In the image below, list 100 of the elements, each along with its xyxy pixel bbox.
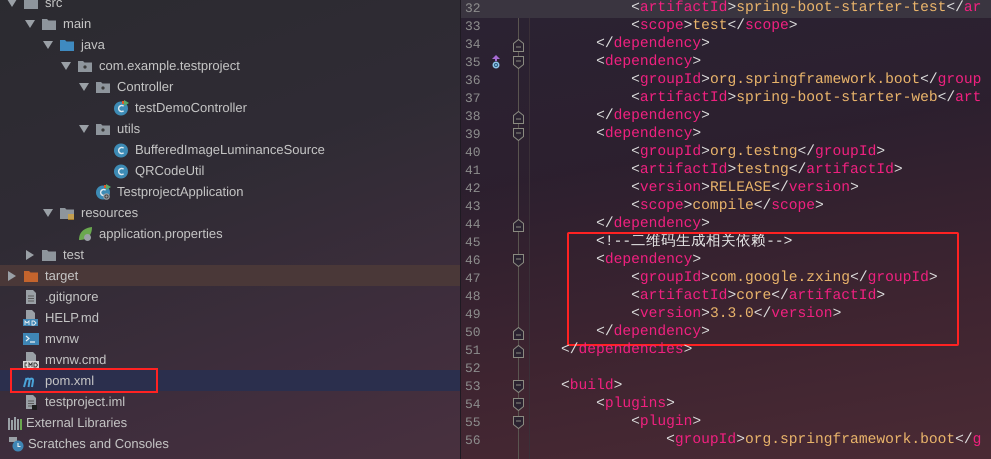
code-line: </dependency>: [595, 323, 711, 342]
fold-icon[interactable]: [513, 111, 524, 124]
class-icon: [113, 162, 129, 178]
tree-item-label[interactable]: HELP.md: [45, 307, 460, 328]
expanded-arrow-icon[interactable]: [61, 60, 71, 70]
file-icon: [23, 394, 39, 410]
line-number: 44: [464, 216, 482, 234]
fold-icon[interactable]: [513, 380, 524, 393]
fold-icon[interactable]: [513, 416, 524, 429]
code-comment: <!--二维码生成相关依赖-->: [595, 233, 794, 252]
code-line: </dependency>: [595, 35, 711, 54]
class-icon: [113, 100, 129, 116]
folder-icon: [41, 16, 57, 30]
class-icon: [113, 142, 129, 158]
tree-item-label[interactable]: External Libraries: [26, 412, 460, 433]
line-number: 39: [464, 126, 482, 144]
code-line: <artifactId>core</artifactId>: [630, 287, 886, 306]
tree-item-label[interactable]: application.properties: [99, 223, 460, 244]
fold-icon[interactable]: [513, 254, 524, 267]
line-number: 32: [464, 0, 482, 18]
code-line: <version>3.3.0</version>: [630, 305, 842, 324]
line-number: 52: [464, 360, 482, 378]
expanded-arrow-icon[interactable]: [43, 40, 53, 50]
line-number: 35: [464, 54, 482, 72]
scratches-icon: [8, 436, 24, 452]
tree-item-label[interactable]: utils: [117, 118, 460, 139]
expanded-arrow-icon[interactable]: [43, 208, 53, 218]
tree-item-label[interactable]: TestprojectApplication: [117, 181, 460, 202]
line-number: 33: [464, 18, 482, 36]
folder-icon: [77, 58, 93, 72]
expanded-arrow-icon[interactable]: [25, 18, 35, 28]
tree-item-label[interactable]: testproject.iml: [45, 391, 460, 412]
line-number: 55: [464, 414, 482, 432]
tree-item-label[interactable]: Scratches and Consoles: [28, 433, 460, 454]
tree-item-label[interactable]: BufferedImageLuminanceSource: [135, 139, 460, 160]
libraries-icon: [8, 416, 22, 430]
line-number: 41: [464, 162, 482, 180]
tree-item-label[interactable]: Controller: [117, 76, 460, 97]
fold-icon[interactable]: [513, 327, 524, 340]
code-line: <artifactId>spring-boot-starter-web</art: [630, 89, 982, 108]
terminal-icon: [23, 332, 39, 346]
tree-item-label[interactable]: resources: [81, 202, 460, 223]
tree-item-label[interactable]: mvnw: [45, 328, 460, 349]
tree-item-label[interactable]: src: [45, 0, 460, 13]
fold-icon[interactable]: [513, 39, 524, 52]
line-number: 42: [464, 180, 482, 198]
line-number: 46: [464, 252, 482, 270]
tree-item-label[interactable]: mvnw.cmd: [45, 349, 460, 370]
tree-item-label[interactable]: com.example.testproject: [99, 55, 460, 76]
fold-icon[interactable]: [513, 219, 524, 232]
fold-icon[interactable]: [513, 56, 524, 69]
code-line: <build>: [560, 377, 624, 396]
line-number: 48: [464, 288, 482, 306]
code-line: <groupId>com.google.zxing</groupId>: [630, 269, 939, 288]
code-line: <scope>compile</scope>: [630, 197, 825, 216]
tree-item-label[interactable]: .gitignore: [45, 286, 460, 307]
line-number: 47: [464, 270, 482, 288]
line-number: 37: [464, 90, 482, 108]
code-line: <dependency>: [595, 125, 702, 144]
code-line: <version>RELEASE</version>: [630, 179, 860, 198]
code-line: <dependency>: [595, 53, 702, 72]
code-line: <plugins>: [595, 395, 676, 414]
tree-item-label[interactable]: QRCodeUtil: [135, 160, 460, 181]
line-number: 34: [464, 36, 482, 54]
expanded-arrow-icon[interactable]: [7, 0, 17, 8]
line-number: 50: [464, 324, 482, 342]
leaf-icon: [77, 226, 93, 242]
markdown-file-icon: [23, 310, 39, 326]
tree-item-label[interactable]: main: [63, 13, 460, 34]
line-number: 53: [464, 378, 482, 396]
code-line: <groupId>org.springframework.boot</group: [630, 71, 982, 90]
override-icon[interactable]: [491, 55, 501, 69]
code-line: <artifactId>testng</artifactId>: [630, 161, 904, 180]
code-line: </dependency>: [595, 215, 711, 234]
fold-icon[interactable]: [513, 398, 524, 411]
folder-icon: [23, 268, 39, 282]
expanded-arrow-icon[interactable]: [79, 124, 89, 134]
collapsed-arrow-icon[interactable]: [7, 270, 17, 280]
line-number: 49: [464, 306, 482, 324]
line-number: 36: [464, 72, 482, 90]
line-number: 38: [464, 108, 482, 126]
tree-item-label[interactable]: testDemoController: [135, 97, 460, 118]
tree-item-label[interactable]: java: [81, 34, 460, 55]
expanded-arrow-icon[interactable]: [79, 82, 89, 92]
line-number: 45: [464, 234, 482, 252]
code-line: <groupId>org.springframework.boot</g: [665, 431, 982, 450]
fold-icon[interactable]: [513, 128, 524, 141]
code-line: <scope>test</scope>: [630, 17, 799, 36]
code-line: <artifactId>spring-boot-starter-test</ar: [630, 0, 982, 18]
code-line: <dependency>: [595, 251, 702, 270]
code-line: <groupId>org.testng</groupId>: [630, 143, 886, 162]
fold-icon[interactable]: [513, 345, 524, 358]
file-icon: [23, 288, 39, 304]
folder-icon: [59, 206, 75, 220]
folder-icon: [95, 80, 111, 94]
collapsed-arrow-icon[interactable]: [25, 250, 35, 260]
tree-item-label[interactable]: test: [63, 244, 460, 265]
code-line: <plugin>: [630, 413, 702, 432]
folder-icon: [59, 38, 75, 52]
line-number: 43: [464, 198, 482, 216]
